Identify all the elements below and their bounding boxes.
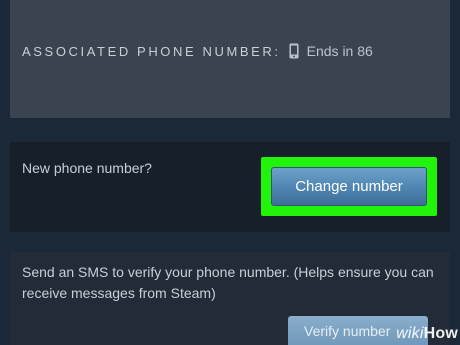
phone-ends-in-text: Ends in 86 — [306, 43, 373, 59]
verify-number-button-label: Verify number — [304, 323, 391, 339]
associated-phone-row: ASSOCIATED PHONE NUMBER: Ends in 86 — [22, 41, 373, 61]
watermark-wiki: wiki — [396, 325, 424, 342]
change-number-button-label: Change number — [295, 178, 403, 195]
new-phone-prompt: New phone number? — [22, 160, 152, 176]
verify-sms-panel: Send an SMS to verify your phone number.… — [10, 252, 450, 345]
verify-sms-description: Send an SMS to verify your phone number.… — [22, 264, 434, 301]
wikihow-watermark: wikiHow — [396, 325, 458, 343]
change-number-highlight: Change number — [261, 157, 437, 216]
mobile-phone-icon — [289, 43, 299, 59]
watermark-how: How — [423, 325, 458, 342]
change-number-panel: New phone number? Change number — [10, 142, 450, 232]
change-number-button[interactable]: Change number — [271, 167, 427, 206]
associated-phone-label: ASSOCIATED PHONE NUMBER: — [22, 43, 281, 59]
